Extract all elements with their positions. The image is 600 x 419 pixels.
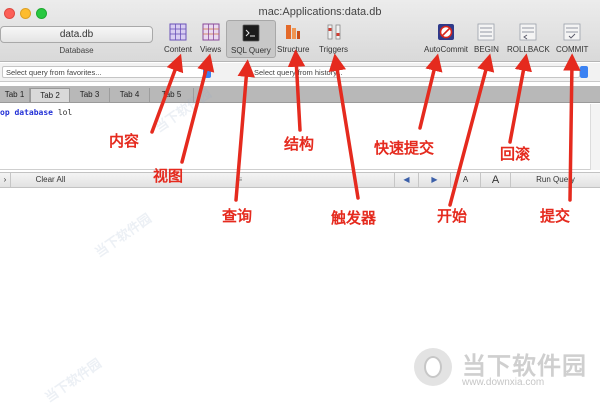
- annotation-rollback: 回滚: [500, 145, 531, 163]
- database-caption: Database: [59, 46, 94, 55]
- triggers-button[interactable]: Triggers: [319, 22, 348, 54]
- watermark-name: 当下软件园: [462, 353, 587, 380]
- tab-1[interactable]: Tab 1: [0, 88, 30, 102]
- views-grid-icon: [202, 23, 220, 41]
- editor-scrollbar[interactable]: [590, 104, 600, 170]
- chevron-right-icon[interactable]: ›: [0, 173, 10, 187]
- watermark-url: www.downxia.com: [462, 377, 545, 388]
- favorites-dropdown-arrow[interactable]: [203, 66, 211, 78]
- rollback-icon: [519, 23, 537, 41]
- tab-2[interactable]: Tab 2: [30, 88, 70, 102]
- zoom-window-button[interactable]: [36, 8, 47, 19]
- triggers-icon: [327, 24, 340, 40]
- annotation-structure: 结构: [284, 135, 315, 153]
- sql-keyword: op database: [0, 108, 53, 117]
- begin-transaction-icon: [478, 23, 495, 41]
- font-larger-button[interactable]: A: [480, 173, 510, 187]
- views-label: Views: [200, 45, 222, 54]
- tab-4[interactable]: Tab 4: [110, 88, 150, 102]
- previous-query-button[interactable]: ◀: [394, 173, 418, 187]
- sql-query-button[interactable]: SQL Query: [226, 20, 276, 58]
- rollback-label: ROLLBACK: [507, 45, 550, 54]
- rollback-button[interactable]: ROLLBACK: [507, 22, 550, 54]
- minimize-window-button[interactable]: [20, 8, 31, 19]
- begin-label: BEGIN: [474, 45, 499, 54]
- terminal-icon: [242, 24, 260, 42]
- annotation-triggers: 触发器: [331, 209, 377, 227]
- database-selector[interactable]: data.db: [0, 26, 153, 43]
- favorites-select[interactable]: Select query from favorites...: [2, 66, 208, 78]
- content-button[interactable]: Content: [164, 22, 192, 54]
- close-window-button[interactable]: [4, 8, 15, 19]
- commit-label: COMMIT: [556, 45, 589, 54]
- structure-icon: [286, 25, 301, 39]
- autocommit-label: AutoCommit: [424, 45, 469, 54]
- history-dropdown-arrow[interactable]: [580, 66, 588, 78]
- autocommit-button[interactable]: AutoCommit: [424, 22, 468, 54]
- next-query-button[interactable]: ▶: [418, 173, 450, 187]
- font-smaller-button[interactable]: A: [450, 173, 480, 187]
- autocommit-stop-icon: [438, 24, 454, 40]
- clear-all-button[interactable]: Clear All: [10, 173, 90, 187]
- sql-query-label: SQL Query: [231, 46, 271, 55]
- structure-label: Structure: [277, 45, 310, 54]
- structure-button[interactable]: Structure: [277, 22, 309, 54]
- history-select[interactable]: Select query from history...: [250, 66, 580, 78]
- triggers-label: Triggers: [319, 45, 349, 54]
- tab-3[interactable]: Tab 3: [70, 88, 110, 102]
- annotation-query: 查询: [222, 207, 253, 225]
- splitter-handle-icon[interactable]: ≡: [236, 173, 244, 187]
- sql-editor-text: op database lol: [0, 108, 72, 117]
- commit-icon: [563, 23, 581, 41]
- begin-button[interactable]: BEGIN: [474, 22, 499, 54]
- views-button[interactable]: Views: [200, 22, 221, 54]
- run-query-button[interactable]: Run Query: [510, 173, 600, 187]
- table-grid-icon: [169, 23, 187, 41]
- annotation-content: 内容: [109, 132, 140, 150]
- window-title: mac:Applications:data.db: [258, 6, 382, 18]
- annotation-views: 视图: [153, 167, 184, 185]
- sql-argument: lol: [57, 108, 73, 117]
- annotation-commit: 提交: [540, 207, 571, 225]
- watermark-logo-mark: [424, 356, 442, 378]
- commit-button[interactable]: COMMIT: [556, 22, 588, 54]
- content-label: Content: [164, 45, 193, 54]
- annotation-begin: 开始: [437, 207, 468, 225]
- annotation-autocommit: 快速提交: [374, 139, 435, 157]
